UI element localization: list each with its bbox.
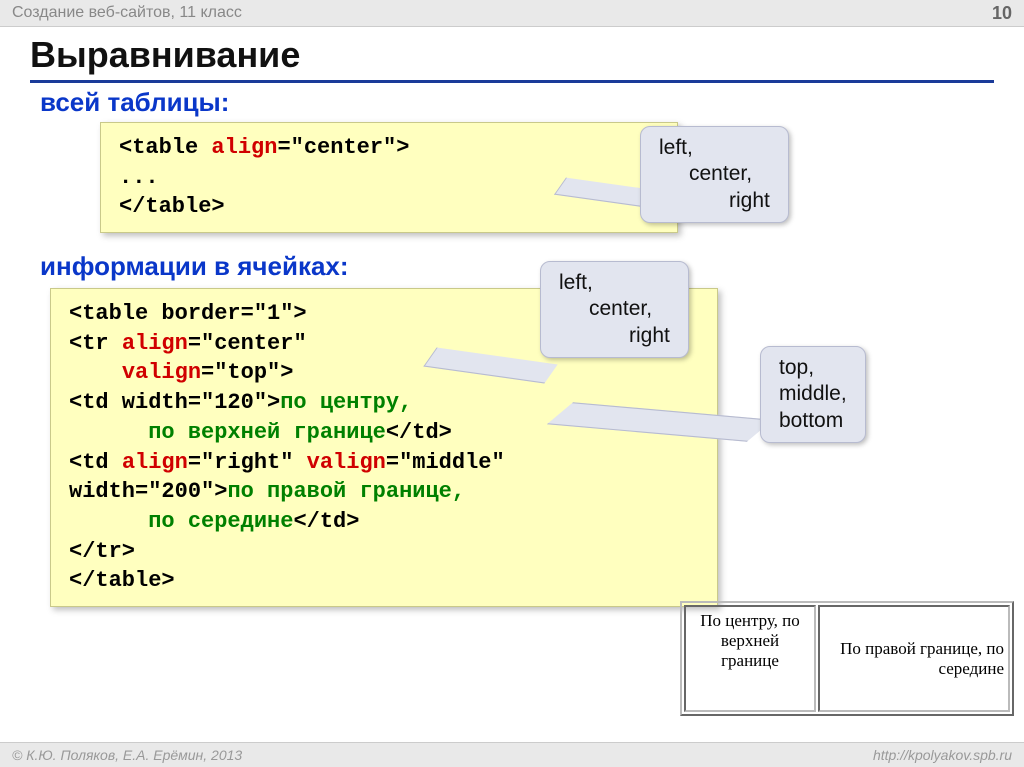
code-literal: по правой границе, <box>227 479 465 504</box>
code-literal: по верхней границе <box>148 420 386 445</box>
footer-url: http://kpolyakov.spb.ru <box>873 747 1012 763</box>
callout-line: center, <box>559 296 670 322</box>
code-attr: valign <box>307 450 386 475</box>
code-literal: по центру, <box>280 390 412 415</box>
code-text: ="top"> <box>201 360 293 385</box>
callout-line: bottom <box>779 408 847 434</box>
code-text: <tr <box>69 331 122 356</box>
code-text: <td <box>69 450 122 475</box>
code-text: <table <box>119 135 211 160</box>
section-whole-table: всей таблицы: <box>40 87 994 118</box>
code-attr: align <box>122 331 188 356</box>
code-attr: valign <box>122 360 201 385</box>
code-text: </td> <box>386 420 452 445</box>
code-attr: align <box>122 450 188 475</box>
section-cell-info: информации в ячейках: <box>40 251 994 282</box>
demo-cell-1: По центру, по верхней границе <box>684 605 816 712</box>
code-block-1: <table align="center"> ... </table> <box>100 122 678 233</box>
callout-line: left, <box>559 270 670 296</box>
course-title: Создание веб-сайтов, 11 класс <box>12 4 242 22</box>
code-text: ="right" <box>188 450 307 475</box>
callout-line: top, <box>779 355 847 381</box>
callout-line: right <box>659 188 770 214</box>
callout-line: right <box>559 323 670 349</box>
code-text: ="center" <box>188 331 307 356</box>
callout-align-values-1: left, center, right <box>640 126 789 223</box>
code-text: </tr> <box>69 537 699 567</box>
footer-bar: © К.Ю. Поляков, Е.А. Ерёмин, 2013 http:/… <box>0 742 1024 767</box>
callout-line: center, <box>659 161 770 187</box>
slide-body: Выравнивание всей таблицы: <table align=… <box>0 26 1024 743</box>
top-bar: Создание веб-сайтов, 11 класс 10 <box>0 0 1024 27</box>
page-title: Выравнивание <box>30 34 994 83</box>
code-text: ="middle" <box>386 450 505 475</box>
page-number: 10 <box>992 3 1012 24</box>
copyright: © К.Ю. Поляков, Е.А. Ерёмин, 2013 <box>12 747 242 763</box>
code-literal: по середине <box>148 509 293 534</box>
code-text: <td width="120"> <box>69 390 280 415</box>
table-row: По центру, по верхней границе По правой … <box>684 605 1010 712</box>
demo-rendered-table: По центру, по верхней границе По правой … <box>680 601 1014 716</box>
code-text: ="center"> <box>277 135 409 160</box>
callout-align-values-2: left, center, right <box>540 261 689 358</box>
demo-cell-2: По правой границе, по середине <box>818 605 1010 712</box>
callout-valign-values: top, middle, bottom <box>760 346 866 443</box>
code-attr: align <box>211 135 277 160</box>
code-text: </td> <box>293 509 359 534</box>
code-text: width="200"> <box>69 479 227 504</box>
code-text: </table> <box>69 566 699 596</box>
callout-line: left, <box>659 135 770 161</box>
callout-line: middle, <box>779 381 847 407</box>
